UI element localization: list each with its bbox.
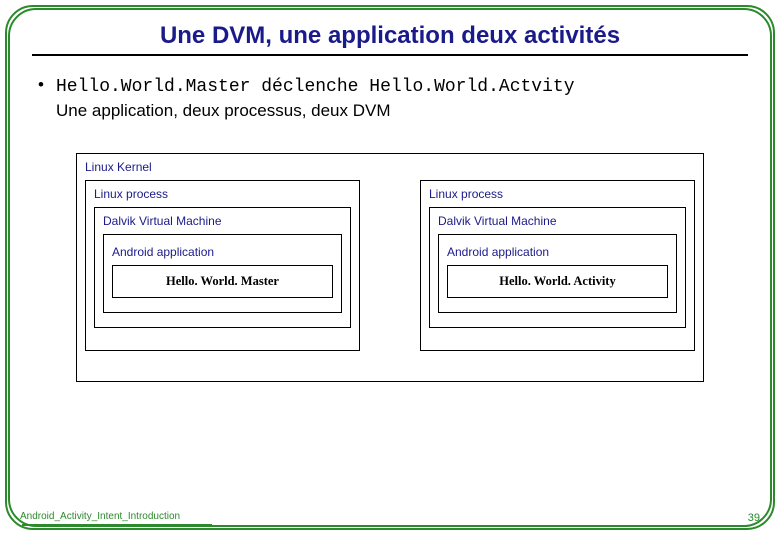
linux-kernel-box: Linux Kernel Linux process Dalvik Virtua… xyxy=(76,153,704,382)
app-label-right: Android application xyxy=(447,245,668,259)
bullet-line2: Une application, deux processus, deux DV… xyxy=(56,101,391,120)
code-term-activity: Hello.World.Actvity xyxy=(369,77,574,97)
left-column: Linux process Dalvik Virtual Machine And… xyxy=(85,180,360,351)
dvm-box-left: Dalvik Virtual Machine Android applicati… xyxy=(94,207,351,328)
process-label-left: Linux process xyxy=(94,187,351,201)
app-label-left: Android application xyxy=(112,245,333,259)
bullet-item: • Hello.World.Master déclenche Hello.Wor… xyxy=(38,74,748,123)
bullet-marker: • xyxy=(38,74,56,96)
two-processes: Linux process Dalvik Virtual Machine And… xyxy=(85,180,695,351)
bullet-text: Hello.World.Master déclenche Hello.World… xyxy=(56,74,575,123)
android-app-left: Android application Hello. World. Master xyxy=(103,234,342,313)
bullet-mid: déclenche xyxy=(250,77,369,97)
android-app-right: Android application Hello. World. Activi… xyxy=(438,234,677,313)
activity-master: Hello. World. Master xyxy=(112,265,333,298)
activity-activity: Hello. World. Activity xyxy=(447,265,668,298)
process-label-right: Linux process xyxy=(429,187,686,201)
footer-reference: Android_Activity_Intent_Introduction xyxy=(20,511,180,522)
footer-rule xyxy=(22,524,212,526)
architecture-diagram: Linux Kernel Linux process Dalvik Virtua… xyxy=(76,153,704,382)
dvm-box-right: Dalvik Virtual Machine Android applicati… xyxy=(429,207,686,328)
linux-process-right: Linux process Dalvik Virtual Machine And… xyxy=(420,180,695,351)
linux-process-left: Linux process Dalvik Virtual Machine And… xyxy=(85,180,360,351)
slide-title: Une DVM, une application deux activités xyxy=(32,22,748,50)
code-term-master: Hello.World.Master xyxy=(56,77,250,97)
title-underline xyxy=(32,54,748,56)
kernel-label: Linux Kernel xyxy=(85,160,695,174)
dvm-label-right: Dalvik Virtual Machine xyxy=(438,214,677,228)
dvm-label-left: Dalvik Virtual Machine xyxy=(103,214,342,228)
page-number: 39 xyxy=(748,512,760,524)
right-column: Linux process Dalvik Virtual Machine And… xyxy=(420,180,695,351)
slide-content: Une DVM, une application deux activités … xyxy=(8,8,772,527)
